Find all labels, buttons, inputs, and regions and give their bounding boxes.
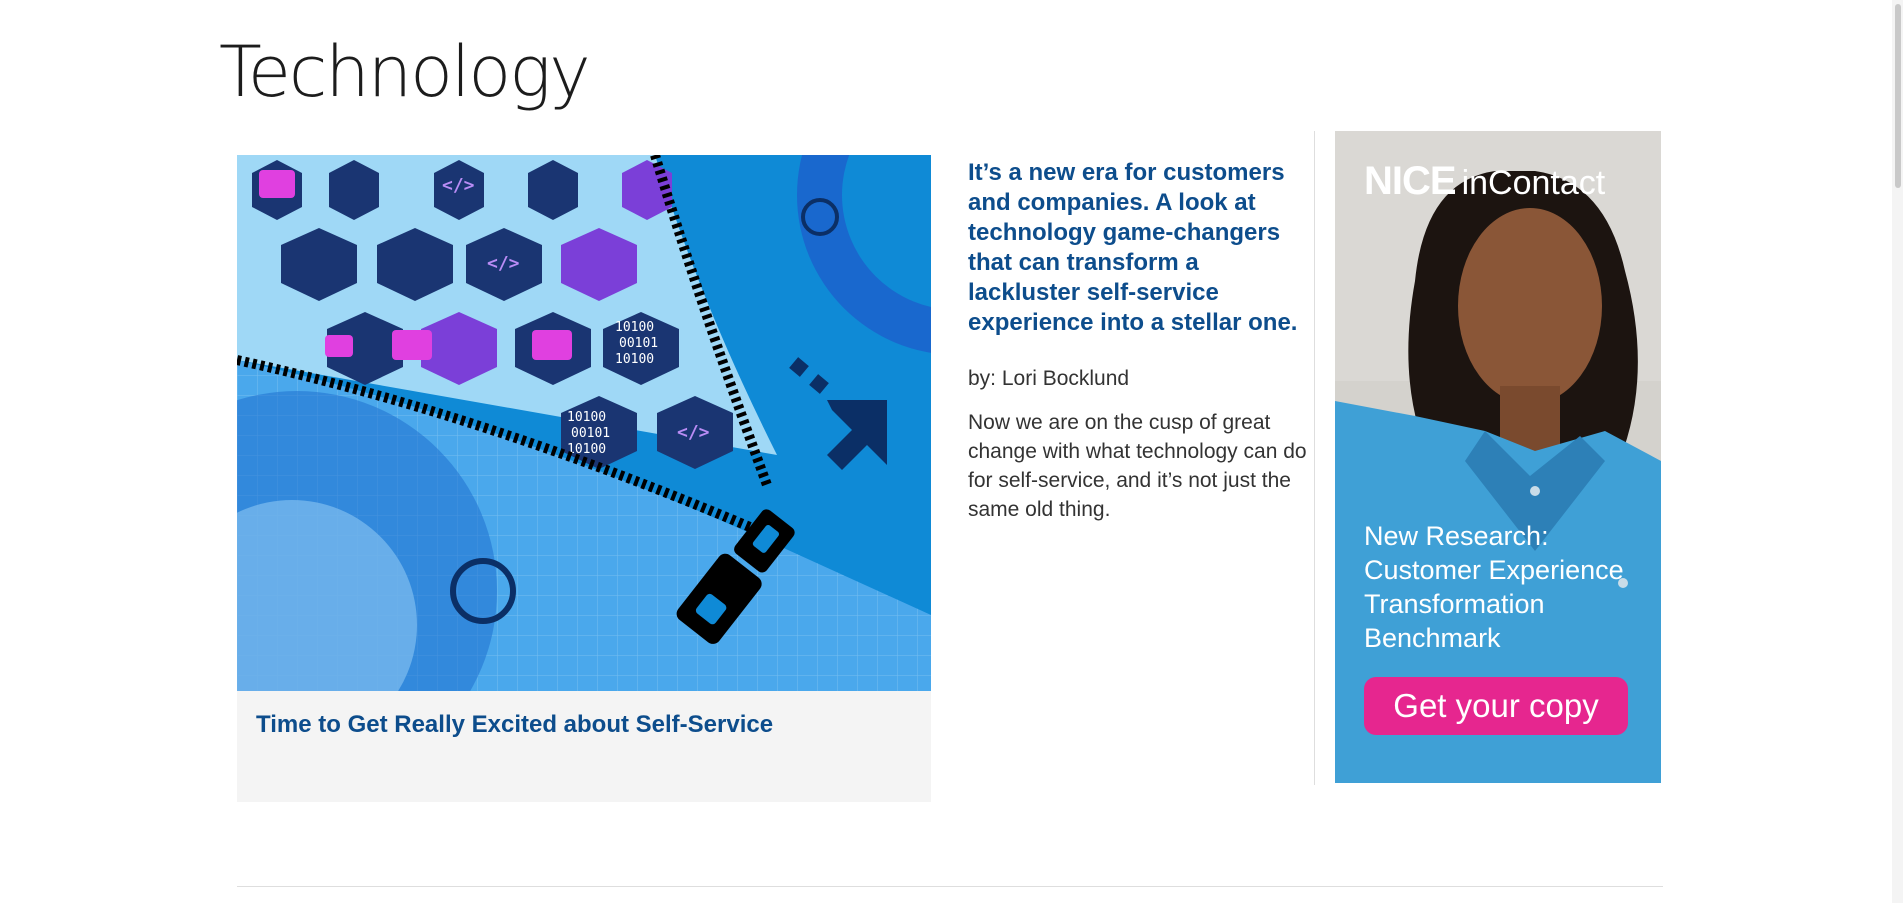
ad-headline: New Research: Customer Experience Transf… <box>1364 521 1624 653</box>
svg-text:10100: 10100 <box>567 442 606 457</box>
svg-text:</>: </> <box>487 253 520 274</box>
ad-brand-suffix: inContact <box>1461 164 1606 202</box>
svg-text:00101: 00101 <box>619 336 658 351</box>
svg-text:10100: 10100 <box>567 410 606 425</box>
page-scrollbar[interactable] <box>1892 0 1903 903</box>
ad-brand-logo: NICE inContact <box>1364 159 1605 204</box>
svg-text:10100: 10100 <box>615 320 654 335</box>
article-byline: by: Lori Bocklund <box>968 367 1130 390</box>
scrollbar-thumb[interactable] <box>1895 4 1901 188</box>
section-divider <box>237 886 1663 887</box>
get-your-copy-button[interactable]: Get your copy <box>1364 677 1628 735</box>
ad-brand: NICE <box>1364 159 1457 203</box>
zipper-illustration: </> </> </> 10100 00101 10100 10100 0010… <box>237 155 931 691</box>
article-summary: Now we are on the cusp of great change w… <box>968 411 1307 521</box>
featured-article-title[interactable]: Time to Get Really Excited about Self-Se… <box>256 711 773 739</box>
featured-article-card[interactable]: </> </> </> 10100 00101 10100 10100 0010… <box>237 155 931 802</box>
advertisement-banner[interactable]: NICE inContact New Research: Customer Exp… <box>1335 131 1661 783</box>
svg-text:</>: </> <box>442 175 475 196</box>
column-divider <box>1314 131 1315 785</box>
featured-article-image[interactable]: </> </> </> 10100 00101 10100 10100 0010… <box>237 155 931 691</box>
svg-text:</>: </> <box>677 422 710 443</box>
page-title: Technology <box>219 31 591 113</box>
article-teaser[interactable]: It’s a new era for customers and compani… <box>968 158 1308 338</box>
article-text: It’s a new era for customers and compani… <box>968 158 1308 524</box>
svg-text:10100: 10100 <box>615 352 654 367</box>
svg-text:00101: 00101 <box>571 426 610 441</box>
